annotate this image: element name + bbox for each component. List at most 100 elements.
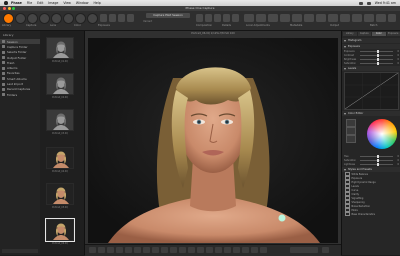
zoom-tool-button[interactable]: [98, 247, 105, 253]
tab-capture[interactable]: Capture: [358, 32, 372, 36]
tool-button[interactable]: [197, 247, 204, 253]
checkbox[interactable]: [345, 212, 350, 217]
tool-button[interactable]: [224, 247, 231, 253]
eraser-tool-button[interactable]: [143, 247, 150, 253]
pan-tool-button[interactable]: [89, 247, 96, 253]
tool-button[interactable]: [251, 247, 258, 253]
sidebar-item[interactable]: Folders: [0, 92, 40, 97]
slider-track[interactable]: [360, 59, 393, 60]
tool-button[interactable]: [223, 14, 230, 22]
tab-library[interactable]: Library: [343, 32, 357, 36]
copy-adjustments-button[interactable]: [170, 247, 177, 253]
keystone-tool-button[interactable]: [125, 247, 132, 253]
color-swatch[interactable]: [346, 127, 356, 135]
thumbnail-item[interactable]: Portrait_02.IIQ: [46, 73, 74, 99]
tab-color[interactable]: Color: [372, 32, 386, 36]
menu-image[interactable]: Image: [48, 1, 58, 5]
menu-file[interactable]: File: [27, 1, 32, 5]
menu-view[interactable]: View: [63, 1, 71, 5]
slider-track[interactable]: [360, 55, 393, 56]
tool-button[interactable]: [215, 247, 222, 253]
thumbnail-item[interactable]: Portrait_06.IIQ: [46, 219, 74, 245]
color-swatch[interactable]: [346, 119, 356, 127]
apply-adjustments-button[interactable]: [179, 247, 186, 253]
tool-button[interactable]: [109, 14, 116, 22]
zoom-slider[interactable]: [290, 247, 318, 253]
slider-track[interactable]: [360, 164, 393, 165]
reset-button[interactable]: [188, 247, 195, 253]
menu-window[interactable]: Window: [76, 1, 89, 5]
tool-button[interactable]: [118, 14, 125, 22]
thumbnail-item[interactable]: Portrait_05.IIQ: [46, 183, 74, 209]
tool-button[interactable]: [280, 14, 290, 22]
tool-button[interactable]: [127, 14, 134, 22]
slider-knob[interactable]: [377, 50, 379, 53]
minimize-window-button[interactable]: [8, 7, 11, 10]
tool-button[interactable]: [206, 247, 213, 253]
tool-button[interactable]: [316, 14, 326, 22]
tool-button[interactable]: [388, 14, 396, 22]
exposure-icon[interactable]: [51, 13, 62, 24]
slider-track[interactable]: [360, 63, 393, 64]
gradient-tool-button[interactable]: [152, 247, 159, 253]
lens-icon[interactable]: [27, 13, 38, 24]
wb-picker-button[interactable]: [161, 247, 168, 253]
tool-button[interactable]: [304, 14, 314, 22]
slider-knob[interactable]: [377, 58, 379, 61]
slider-track[interactable]: [360, 160, 393, 161]
tool-button[interactable]: [376, 14, 386, 22]
fit-button[interactable]: [322, 247, 329, 253]
color-icon[interactable]: [39, 13, 50, 24]
section-color-editor[interactable]: Color Editor: [342, 111, 400, 116]
slider-knob[interactable]: [377, 54, 379, 57]
tool-button[interactable]: [214, 14, 221, 22]
tool-button[interactable]: [100, 14, 107, 22]
close-window-button[interactable]: [3, 7, 6, 10]
slider-knob[interactable]: [377, 62, 379, 65]
tool-button[interactable]: [292, 14, 302, 22]
tab-exposure[interactable]: Exposure: [387, 32, 400, 36]
tool-button[interactable]: [364, 14, 374, 22]
menu-clock[interactable]: Wed 9:41 am: [375, 1, 396, 5]
capture-icon[interactable]: [3, 13, 14, 24]
tool-button[interactable]: [244, 14, 254, 22]
library-icon[interactable]: [15, 13, 26, 24]
rotate-tool-button[interactable]: [116, 247, 123, 253]
tool-button[interactable]: [340, 14, 350, 22]
section-histogram[interactable]: Histogram: [342, 38, 400, 43]
composition-icon[interactable]: [63, 13, 74, 24]
menu-app-name[interactable]: Phase: [11, 1, 22, 5]
tool-button[interactable]: [196, 14, 203, 22]
thumbnail-item[interactable]: Portrait_04.IIQ: [46, 147, 74, 173]
tool-button[interactable]: [260, 247, 267, 253]
slider-knob[interactable]: [377, 155, 379, 158]
brush-tool-button[interactable]: [134, 247, 141, 253]
apple-icon[interactable]: [4, 1, 8, 5]
battery-icon[interactable]: [367, 2, 371, 5]
slider-knob[interactable]: [377, 163, 379, 166]
tool-button[interactable]: [205, 14, 212, 22]
menu-edit[interactable]: Edit: [37, 1, 43, 5]
tool-button[interactable]: [256, 14, 266, 22]
tool-button[interactable]: [268, 14, 278, 22]
section-levels[interactable]: Levels: [342, 66, 400, 71]
zoom-window-button[interactable]: [12, 7, 15, 10]
slider-track[interactable]: [360, 51, 393, 52]
tool-button[interactable]: [242, 247, 249, 253]
color-wheel[interactable]: [367, 119, 397, 149]
wifi-icon[interactable]: [359, 2, 363, 5]
crop-tool-button[interactable]: [107, 247, 114, 253]
details-icon[interactable]: [75, 13, 86, 24]
tool-button[interactable]: [352, 14, 362, 22]
color-swatch[interactable]: [346, 135, 356, 143]
session-select[interactable]: Capture Pilot Session: [146, 13, 190, 18]
thumbnail-item[interactable]: Portrait_01.IIQ: [46, 37, 74, 63]
tool-button[interactable]: [232, 14, 239, 22]
adjustment-item[interactable]: Base Characteristics: [342, 212, 400, 216]
thumbnail-item[interactable]: Portrait_03.IIQ: [46, 109, 74, 135]
slider-knob[interactable]: [377, 159, 379, 162]
slider-track[interactable]: [360, 156, 393, 157]
portrait-photo[interactable]: [88, 38, 338, 243]
tool-button[interactable]: [328, 14, 338, 22]
menu-help[interactable]: Help: [94, 1, 101, 5]
